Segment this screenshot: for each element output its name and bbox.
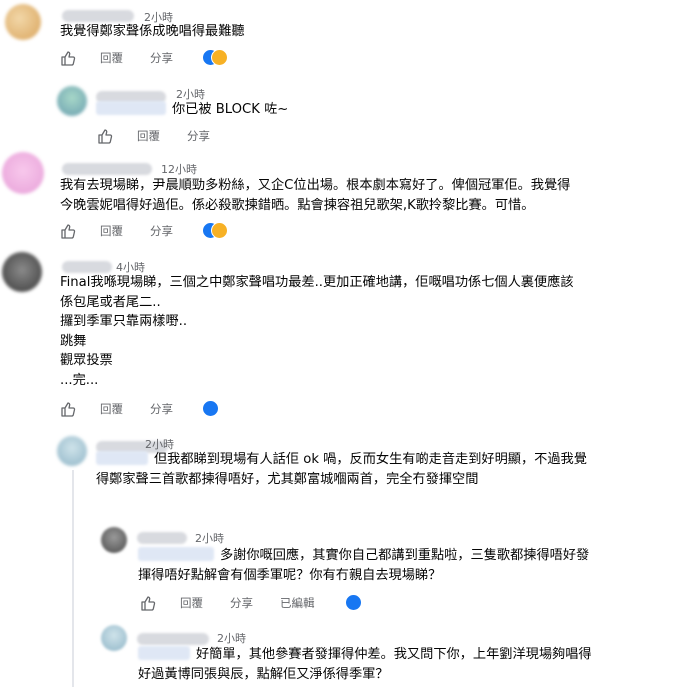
avatar[interactable] xyxy=(2,252,42,292)
share-button[interactable]: 分享 xyxy=(150,401,173,417)
comment-line: ...完... xyxy=(60,372,99,388)
author-name[interactable] xyxy=(62,261,112,273)
comment-line: 今晚雲妮唱得好過佢。係必殺歌揀錯晒。點會揀容祖兒歌架,K歌拎黎比賽。可惜。 xyxy=(60,197,535,213)
comment-line: 多謝你嘅回應，其實你自己都講到重點啦，三隻歌都揀得唔好發 xyxy=(138,546,589,566)
author-name[interactable] xyxy=(62,10,134,22)
comment-line: 我覺得鄭家聲係成晚唱得最難聽 xyxy=(60,24,245,39)
thumbs-up-icon[interactable] xyxy=(97,128,113,144)
comment-line: 觀眾投票 xyxy=(60,353,113,368)
share-button[interactable]: 分享 xyxy=(150,50,173,66)
reply-button[interactable]: 回覆 xyxy=(137,128,160,144)
sad-reaction-icon xyxy=(211,49,228,66)
comment-line: 係包尾或者尾二.. xyxy=(60,294,161,310)
thumbs-up-icon[interactable] xyxy=(60,223,76,239)
mention-tag[interactable] xyxy=(96,101,166,115)
share-button[interactable]: 分享 xyxy=(150,223,173,239)
comment-time[interactable]: 2小時 xyxy=(217,630,246,646)
comment-line: 好過黃博同張與辰，點解佢又淨係得季軍？ xyxy=(138,666,389,682)
edited-label[interactable]: 已編輯 xyxy=(280,595,315,611)
comment-text: 但我都睇到現場有人話佢 ok 喎，反而女生有啲走音走到好明顯，不過我覺 得鄭家聲… xyxy=(96,450,587,489)
avatar[interactable] xyxy=(101,527,127,553)
share-button[interactable]: 分享 xyxy=(230,595,253,611)
author-name[interactable] xyxy=(137,532,187,544)
comment-line: 你已被 BLOCK 咗~ xyxy=(96,100,288,120)
avatar[interactable] xyxy=(57,436,87,466)
avatar[interactable] xyxy=(2,152,44,194)
comment-time[interactable]: 12小時 xyxy=(161,161,197,177)
mention-tag[interactable] xyxy=(96,451,148,465)
thumbs-up-icon[interactable] xyxy=(140,595,156,611)
like-reaction-icon xyxy=(345,594,362,611)
comment-line: 好簡單，其他參賽者發揮得仲差。我又問下你，上年劉洋現場夠唱得 xyxy=(138,645,592,665)
sad-reaction-icon xyxy=(211,222,228,239)
comment-text: 好簡單，其他參賽者發揮得仲差。我又問下你，上年劉洋現場夠唱得 好過黃博同張與辰，… xyxy=(138,645,592,684)
reaction-summary[interactable] xyxy=(345,594,365,611)
reply-button[interactable]: 回覆 xyxy=(180,595,203,611)
reply-button[interactable]: 回覆 xyxy=(100,401,123,417)
reaction-summary[interactable] xyxy=(202,400,222,417)
comment-line: 攞到季軍只靠兩樣嘢.. xyxy=(60,314,188,329)
comment-time[interactable]: 2小時 xyxy=(195,530,224,546)
comment-text: Final我喺現場睇，三個之中鄭家聲唱功最差..更加正確地講，佢嘅唱功係七個人裏… xyxy=(60,273,574,390)
reaction-summary[interactable] xyxy=(202,49,232,66)
reply-button[interactable]: 回覆 xyxy=(100,50,123,66)
author-name[interactable] xyxy=(62,163,152,175)
comment-text: 我覺得鄭家聲係成晚唱得最難聽 xyxy=(60,22,245,42)
comment-line: 得鄭家聲三首歌都揀得唔好，尤其鄭富城嗰兩首，完全冇發揮空間 xyxy=(96,471,479,487)
comment-line: 揮得唔好點解會有個季軍呢？你有冇親自去現場睇？ xyxy=(138,567,442,583)
comment-text: 你已被 BLOCK 咗~ xyxy=(96,100,288,120)
reaction-summary[interactable] xyxy=(202,222,232,239)
author-name[interactable] xyxy=(137,633,209,645)
like-reaction-icon xyxy=(202,400,219,417)
comment-line: 但我都睇到現場有人話佢 ok 喎，反而女生有啲走音走到好明顯，不過我覺 xyxy=(96,450,587,470)
thread-line xyxy=(72,470,74,687)
avatar[interactable] xyxy=(5,4,41,40)
share-button[interactable]: 分享 xyxy=(187,128,210,144)
avatar[interactable] xyxy=(57,86,87,116)
comment-text: 我有去現場睇，尹晨順勁多粉絲，又企C位出場。根本劇本寫好了。俾個冠軍佢。我覺得 … xyxy=(60,176,570,215)
thumbs-up-icon[interactable] xyxy=(60,401,76,417)
mention-tag[interactable] xyxy=(138,646,190,660)
mention-tag[interactable] xyxy=(138,547,214,561)
thumbs-up-icon[interactable] xyxy=(60,50,76,66)
comment-line: Final我喺現場睇，三個之中鄭家聲唱功最差..更加正確地講，佢嘅唱功係七個人裏… xyxy=(60,275,574,290)
comment-line: 我有去現場睇，尹晨順勁多粉絲，又企C位出場。根本劇本寫好了。俾個冠軍佢。我覺得 xyxy=(60,178,571,193)
reply-button[interactable]: 回覆 xyxy=(100,223,123,239)
comment-line: 跳舞 xyxy=(60,333,87,349)
comment-text: 多謝你嘅回應，其實你自己都講到重點啦，三隻歌都揀得唔好發 揮得唔好點解會有個季軍… xyxy=(138,546,589,585)
avatar[interactable] xyxy=(101,625,127,651)
